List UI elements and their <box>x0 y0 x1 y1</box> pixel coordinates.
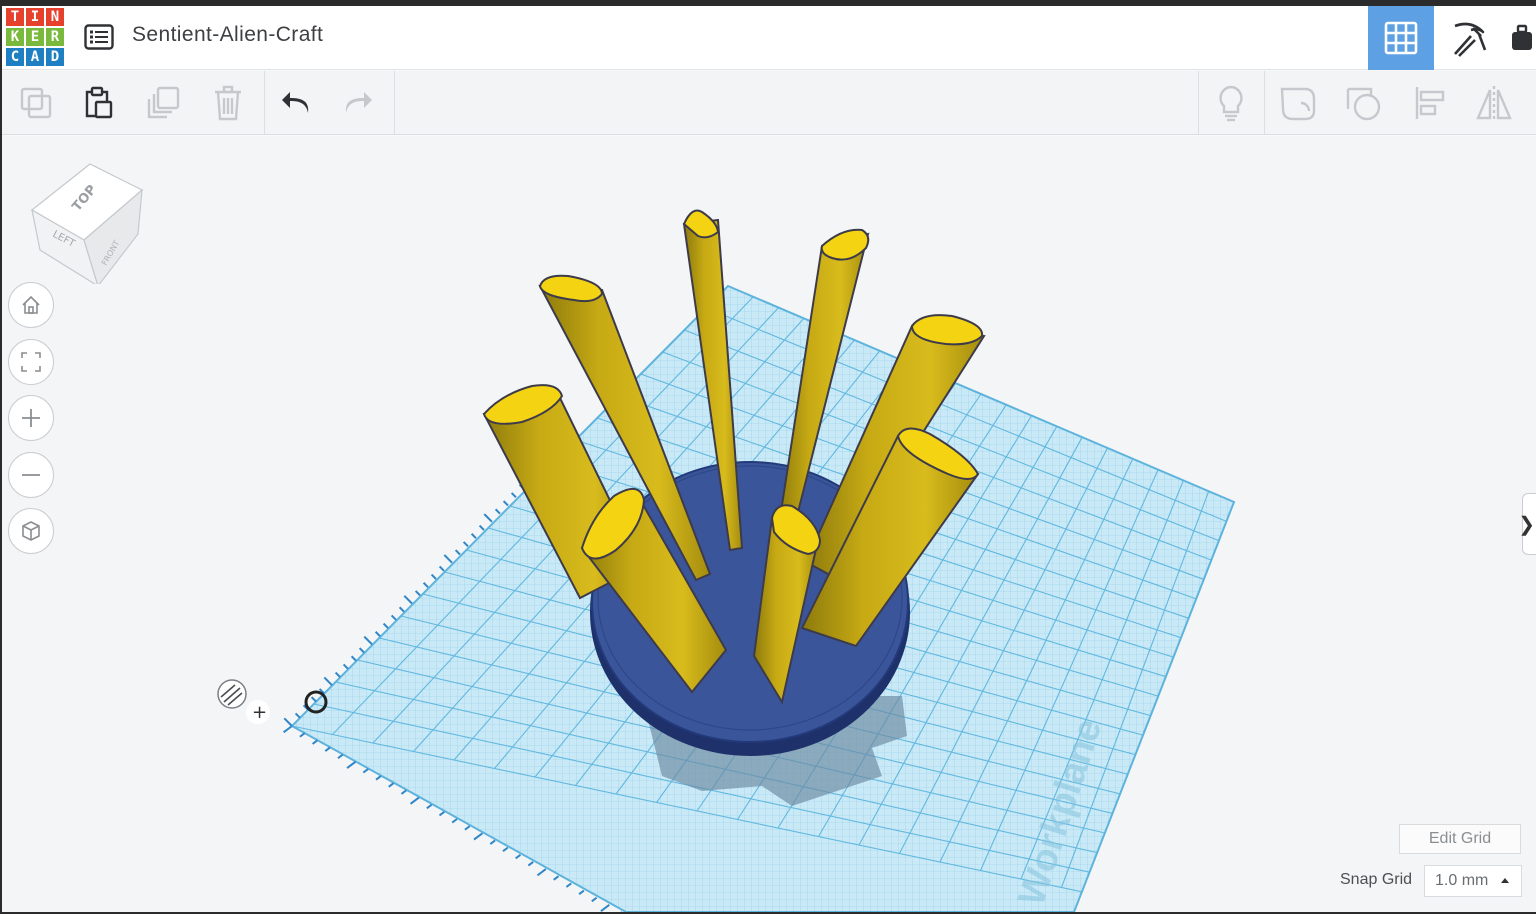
grid-view-icon <box>1384 21 1418 55</box>
group-icon <box>1280 87 1316 121</box>
delete-button[interactable] <box>208 83 248 123</box>
header-bar: T I N K E R C A D Sentient-Alien-Craft <box>2 6 1536 70</box>
logo-letter: E <box>26 28 44 46</box>
3d-view-button[interactable] <box>1368 6 1434 70</box>
fit-view-icon <box>21 352 41 372</box>
mirror-icon <box>1476 86 1512 120</box>
tinkercad-logo[interactable]: T I N K E R C A D <box>6 8 66 68</box>
design-list-button[interactable] <box>82 20 116 54</box>
ungroup-icon <box>1346 87 1381 121</box>
chevron-right-icon: ❯ <box>1518 513 1535 536</box>
3d-viewport[interactable]: Workplane + TOP LEFT FRONT ❯ Edit Grid S… <box>2 136 1536 912</box>
edit-toolbar <box>2 71 1536 135</box>
logo-letter: K <box>6 28 24 46</box>
briefcase-icon <box>1512 24 1532 50</box>
logo-letter: C <box>6 48 24 66</box>
toolbar-divider <box>1198 71 1199 135</box>
duplicate-icon <box>147 86 180 119</box>
copy-icon <box>20 87 52 119</box>
list-icon <box>84 24 114 50</box>
logo-letter: R <box>46 28 64 46</box>
align-button[interactable] <box>1410 83 1450 123</box>
lightbulb-icon <box>1219 85 1243 122</box>
zoom-in-icon <box>22 409 40 427</box>
pickaxe-icon <box>1454 22 1487 57</box>
fit-view-button[interactable] <box>8 339 54 385</box>
blocks-view-button[interactable] <box>1436 6 1502 70</box>
paste-icon <box>85 86 113 119</box>
bricks-view-button[interactable] <box>1506 6 1536 70</box>
copy-button[interactable] <box>16 83 56 123</box>
shapes-panel-toggle[interactable]: ❯ <box>1518 493 1536 555</box>
perspective-button[interactable] <box>8 508 54 554</box>
toolbar-divider <box>264 71 265 135</box>
redo-icon <box>345 92 372 113</box>
svg-text:+: + <box>252 702 267 723</box>
toolbar-divider <box>1264 71 1265 135</box>
logo-letter: A <box>26 48 44 66</box>
notes-button[interactable] <box>1211 83 1251 123</box>
snap-grid-select[interactable]: 1.0 mm <box>1424 865 1522 897</box>
design-title[interactable]: Sentient-Alien-Craft <box>132 23 323 47</box>
logo-letter: T <box>6 8 24 26</box>
redo-button[interactable] <box>338 83 378 123</box>
mirror-button[interactable] <box>1474 83 1514 123</box>
group-button[interactable] <box>1278 83 1318 123</box>
logo-letter: N <box>46 8 64 26</box>
snap-grid-value: 1.0 mm <box>1435 872 1489 889</box>
align-icon <box>1415 87 1445 119</box>
ungroup-button[interactable] <box>1344 83 1384 123</box>
zoom-out-button[interactable] <box>8 452 54 498</box>
undo-icon <box>282 92 309 113</box>
paste-button[interactable] <box>78 83 118 123</box>
delete-icon <box>215 85 241 121</box>
logo-letter: I <box>26 8 44 26</box>
snap-grid-label: Snap Grid <box>1340 871 1413 888</box>
tinkercad-editor: T I N K E R C A D Sentient-Alien-Craft W… <box>2 6 1536 912</box>
perspective-icon <box>22 521 40 541</box>
duplicate-button[interactable] <box>144 83 184 123</box>
logo-letter: D <box>46 48 64 66</box>
zoom-out-icon <box>22 474 40 476</box>
home-icon <box>22 295 40 314</box>
undo-button[interactable] <box>276 83 316 123</box>
toolbar-divider <box>394 71 395 135</box>
workplane-scene[interactable]: Workplane + <box>2 136 1536 912</box>
view-cube[interactable]: TOP LEFT FRONT <box>26 154 148 284</box>
caret-up-icon <box>1501 878 1509 883</box>
zoom-in-button[interactable] <box>8 395 54 441</box>
home-view-button[interactable] <box>8 282 54 328</box>
edit-grid-button[interactable]: Edit Grid <box>1399 824 1521 854</box>
